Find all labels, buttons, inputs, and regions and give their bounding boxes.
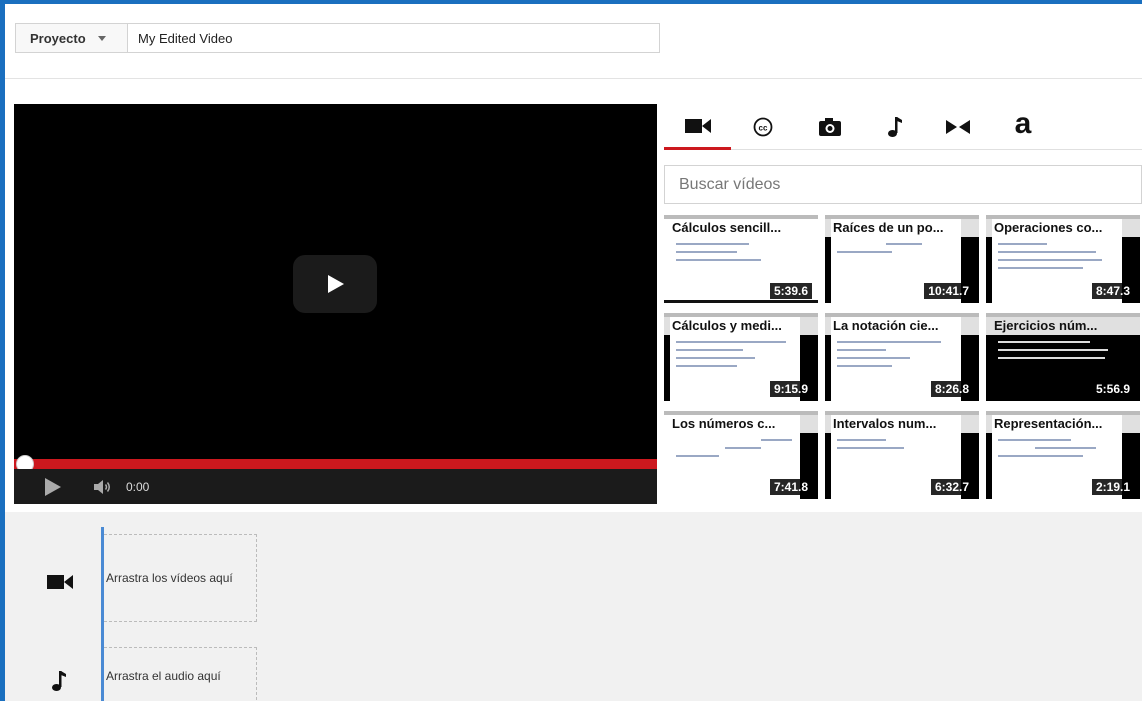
tab-transitions[interactable] bbox=[929, 104, 987, 150]
project-title-input[interactable] bbox=[127, 23, 660, 53]
video-duration: 8:26.8 bbox=[930, 381, 973, 397]
cc-icon: cc bbox=[753, 117, 773, 137]
music-note-icon bbox=[888, 117, 902, 137]
search-input[interactable] bbox=[664, 165, 1142, 204]
video-duration: 9:15.9 bbox=[769, 381, 812, 397]
tab-videos[interactable] bbox=[664, 104, 731, 150]
video-duration: 2:19.1 bbox=[1091, 479, 1134, 495]
header: Proyecto bbox=[5, 4, 1142, 79]
audio-drop-zone[interactable]: Arrastra el audio aquí bbox=[104, 647, 257, 701]
thumbnail-preview bbox=[837, 439, 959, 455]
media-tabs: cc a bbox=[664, 104, 1142, 150]
progress-bar[interactable] bbox=[14, 459, 657, 469]
volume-icon[interactable] bbox=[92, 477, 112, 497]
project-menu-label: Proyecto bbox=[30, 30, 86, 46]
video-thumbnail[interactable]: Los números c... 7:41.8 bbox=[664, 411, 818, 499]
video-player[interactable]: 0:00 bbox=[14, 104, 657, 504]
audio-drop-label: Arrastra el audio aquí bbox=[106, 669, 221, 683]
video-thumbnail[interactable]: Ejercicios núm... 5:56.9 bbox=[986, 313, 1140, 401]
video-duration: 10:41.7 bbox=[924, 283, 973, 299]
video-camera-icon bbox=[684, 118, 711, 133]
video-duration: 6:32.7 bbox=[930, 479, 973, 495]
video-title: Representación... bbox=[986, 415, 1140, 433]
big-play-button[interactable] bbox=[293, 255, 377, 313]
video-thumbnail[interactable]: Cálculos sencill... 5:39.6 bbox=[664, 215, 818, 303]
video-title: Los números c... bbox=[664, 415, 818, 433]
timeline: Arrastra los vídeos aquí Arrastra el aud… bbox=[5, 512, 1142, 701]
svg-text:cc: cc bbox=[759, 124, 768, 133]
thumbnail-preview bbox=[676, 243, 798, 267]
video-duration: 5:56.9 bbox=[1091, 381, 1134, 397]
play-icon bbox=[328, 275, 344, 293]
chevron-down-icon bbox=[97, 35, 106, 41]
camera-icon bbox=[819, 118, 841, 136]
project-menu-button[interactable]: Proyecto bbox=[15, 23, 127, 53]
thumbnail-preview bbox=[837, 341, 959, 373]
tab-text[interactable]: a bbox=[994, 104, 1052, 150]
thumbnail-preview bbox=[676, 341, 798, 373]
video-camera-icon bbox=[47, 575, 73, 589]
thumbnail-preview bbox=[998, 439, 1120, 463]
play-icon[interactable] bbox=[42, 476, 64, 498]
video-title: Cálculos y medi... bbox=[664, 317, 818, 335]
video-title: Operaciones co... bbox=[986, 219, 1140, 237]
transition-icon bbox=[946, 120, 970, 134]
thumbnail-preview bbox=[837, 243, 959, 259]
tab-creative-commons[interactable]: cc bbox=[734, 104, 792, 150]
video-thumbnail[interactable]: Intervalos num... 6:32.7 bbox=[825, 411, 979, 499]
video-title: Cálculos sencill... bbox=[664, 219, 818, 237]
thumbnail-preview bbox=[676, 439, 798, 463]
video-thumbnail[interactable]: Raíces de un po... 10:41.7 bbox=[825, 215, 979, 303]
video-thumbnail[interactable]: Representación... 2:19.1 bbox=[986, 411, 1140, 499]
thumbnail-progress-bar bbox=[664, 300, 818, 303]
thumbnail-preview bbox=[998, 243, 1120, 275]
video-duration: 8:47.3 bbox=[1091, 283, 1134, 299]
video-title: Ejercicios núm... bbox=[986, 317, 1140, 335]
video-thumbnail[interactable]: Operaciones co... 8:47.3 bbox=[986, 215, 1140, 303]
thumbnail-preview bbox=[998, 341, 1120, 365]
video-drop-zone[interactable]: Arrastra los vídeos aquí bbox=[104, 534, 257, 622]
player-controls: 0:00 bbox=[14, 469, 657, 504]
video-title: La notación cie... bbox=[825, 317, 979, 335]
video-title: Intervalos num... bbox=[825, 415, 979, 433]
editor-frame: Proyecto 0:00 cc bbox=[0, 0, 1142, 701]
video-thumbnail[interactable]: La notación cie... 8:26.8 bbox=[825, 313, 979, 401]
text-icon: a bbox=[1014, 107, 1032, 140]
video-duration: 7:41.8 bbox=[769, 479, 812, 495]
tab-photos[interactable] bbox=[801, 104, 859, 150]
video-drop-label: Arrastra los vídeos aquí bbox=[106, 571, 233, 585]
music-note-icon bbox=[52, 671, 66, 691]
video-title: Raíces de un po... bbox=[825, 219, 979, 237]
time-display: 0:00 bbox=[126, 479, 150, 494]
tab-audio[interactable] bbox=[866, 104, 924, 150]
video-duration: 5:39.6 bbox=[769, 283, 812, 299]
video-thumbnail[interactable]: Cálculos y medi... 9:15.9 bbox=[664, 313, 818, 401]
